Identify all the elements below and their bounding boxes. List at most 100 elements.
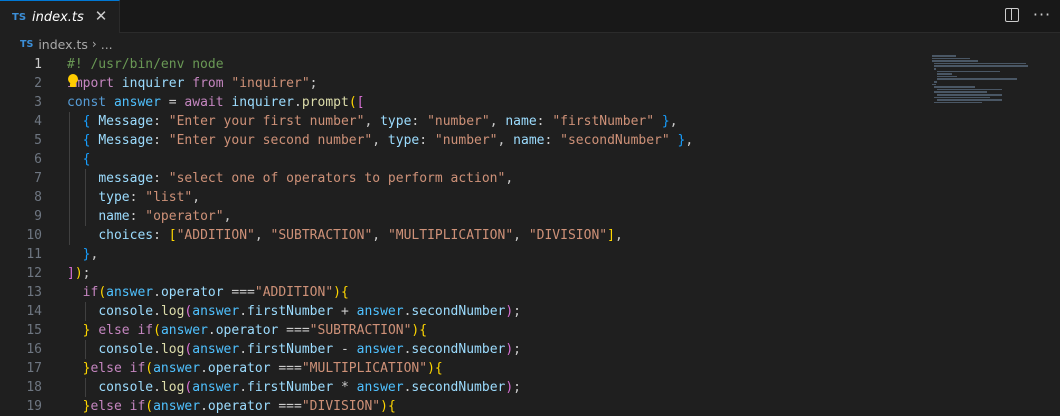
code-token: "operator" xyxy=(145,209,224,224)
split-editor-icon[interactable] xyxy=(1005,8,1019,22)
code-text[interactable]: import inquirer from "inquirer"; xyxy=(67,74,318,93)
code-line[interactable]: 17 }else if(answer.operator ==="MULTIPLI… xyxy=(0,359,1060,378)
code-token: inquirer xyxy=(231,95,295,110)
lightbulb-icon[interactable] xyxy=(67,74,79,88)
code-token: : xyxy=(544,133,561,148)
tab-index-ts[interactable]: TS index.ts ✕ xyxy=(0,0,120,33)
code-line[interactable]: 19 }else if(answer.operator ==="DIVISION… xyxy=(0,397,1060,416)
code-token: secondNumber xyxy=(411,380,506,395)
line-number: 13 xyxy=(26,285,42,300)
code-token: : xyxy=(153,114,169,129)
minimap-line xyxy=(932,83,936,86)
code-token: . xyxy=(153,304,161,319)
code-token: answer xyxy=(192,342,240,357)
minimap-line xyxy=(934,86,976,88)
line-number: 5 xyxy=(34,133,42,148)
code-token: answer xyxy=(192,380,240,395)
code-token: if xyxy=(129,361,146,376)
code-text[interactable]: console.log(answer.firstNumber * answer.… xyxy=(67,378,521,397)
code-text[interactable]: }else if(answer.operator ==="MULTIPLICAT… xyxy=(67,359,443,378)
code-line[interactable]: 1 #! /usr/bin/env node xyxy=(0,55,1060,74)
code-text[interactable]: }, xyxy=(67,245,99,264)
code-token: answer xyxy=(106,285,154,300)
breadcrumb-symbol[interactable]: ... xyxy=(101,37,113,52)
code-text[interactable]: #! /usr/bin/env node xyxy=(67,55,224,74)
code-token: ( xyxy=(145,361,154,376)
code-text[interactable]: console.log(answer.firstNumber - answer.… xyxy=(67,340,521,359)
code-token: message xyxy=(98,171,154,186)
line-number: 17 xyxy=(26,361,42,376)
code-token: from xyxy=(192,76,224,91)
code-text[interactable]: { Message: "Enter your first number", ty… xyxy=(67,112,678,131)
code-text[interactable]: }else if(answer.operator ==="DIVISION"){ xyxy=(67,397,396,416)
code-line[interactable]: 18 console.log(answer.firstNumber * answ… xyxy=(0,378,1060,397)
code-token: if xyxy=(137,323,154,338)
code-text[interactable]: choices: ["ADDITION", "SUBTRACTION", "MU… xyxy=(67,226,622,245)
code-text[interactable]: } else if(answer.operator ==="SUBTRACTIO… xyxy=(67,321,427,340)
more-actions-icon[interactable]: ··· xyxy=(1032,5,1052,25)
code-text[interactable]: const answer = await inquirer.prompt([ xyxy=(67,93,364,112)
code-line[interactable]: 3 const answer = await inquirer.prompt([ xyxy=(0,93,1060,112)
code-token: : xyxy=(153,133,169,148)
code-line[interactable]: 16 console.log(answer.firstNumber - answ… xyxy=(0,340,1060,359)
code-editor[interactable]: 1 #! /usr/bin/env node 2 import inquirer fr… xyxy=(0,55,1060,414)
code-line[interactable]: 6 { xyxy=(0,150,1060,169)
code-line[interactable]: 2 import inquirer from "inquirer"; xyxy=(0,74,1060,93)
line-number: 19 xyxy=(26,399,42,414)
code-line[interactable]: 4 { Message: "Enter your first number", … xyxy=(0,112,1060,131)
code-token: : xyxy=(129,190,146,205)
code-line[interactable]: 13 if(answer.operator ==="ADDITION"){ xyxy=(0,283,1060,302)
code-token: answer xyxy=(356,342,404,357)
code-token: - xyxy=(333,342,357,357)
code-token: , xyxy=(497,133,514,148)
code-text[interactable]: { Message: "Enter your second number", t… xyxy=(67,131,694,150)
code-text[interactable]: { xyxy=(67,150,91,169)
code-token: , xyxy=(513,228,529,243)
code-line[interactable]: 8 type: "list", xyxy=(0,188,1060,207)
code-token: . xyxy=(239,380,248,395)
close-icon[interactable]: ✕ xyxy=(93,8,109,24)
code-text[interactable]: if(answer.operator ==="ADDITION"){ xyxy=(67,283,349,302)
code-token: if xyxy=(82,285,99,300)
code-token: operator xyxy=(215,323,279,338)
code-line[interactable]: 5 { Message: "Enter your second number",… xyxy=(0,131,1060,150)
code-line[interactable]: 7 message: "select one of operators to p… xyxy=(0,169,1060,188)
code-token: ] xyxy=(607,228,615,243)
code-line[interactable]: 9 name: "operator", xyxy=(0,207,1060,226)
code-token: = xyxy=(160,95,185,110)
minimap-line xyxy=(932,57,971,60)
breadcrumb-file[interactable]: index.ts xyxy=(38,37,88,52)
line-number: 2 xyxy=(34,76,42,91)
code-token: ; xyxy=(309,76,318,91)
vertical-scrollbar[interactable] xyxy=(1046,55,1060,414)
minimap[interactable] xyxy=(932,55,1042,115)
code-token: "Enter your first number" xyxy=(168,114,365,129)
code-text[interactable]: message: "select one of operators to per… xyxy=(67,169,513,188)
code-line[interactable]: 14 console.log(answer.firstNumber + answ… xyxy=(0,302,1060,321)
code-line[interactable]: 12]); xyxy=(0,264,1060,283)
code-token: else xyxy=(98,323,130,338)
code-token: answer xyxy=(192,304,240,319)
code-text[interactable]: name: "operator", xyxy=(67,207,231,226)
line-number: 12 xyxy=(26,266,42,281)
minimap-line xyxy=(936,78,1018,80)
code-text[interactable]: type: "list", xyxy=(67,188,200,207)
code-text[interactable]: ]); xyxy=(67,264,90,283)
code-line[interactable]: 10 choices: ["ADDITION", "SUBTRACTION", … xyxy=(0,226,1060,245)
code-line[interactable]: 15 } else if(answer.operator ==="SUBTRAC… xyxy=(0,321,1060,340)
code-text[interactable]: console.log(answer.firstNumber + answer.… xyxy=(67,302,521,321)
chevron-right-icon: › xyxy=(91,37,97,51)
line-number: 7 xyxy=(34,171,42,186)
code-token: { xyxy=(340,285,349,300)
code-line[interactable]: 11 }, xyxy=(0,245,1060,264)
code-token: ) xyxy=(333,285,341,300)
